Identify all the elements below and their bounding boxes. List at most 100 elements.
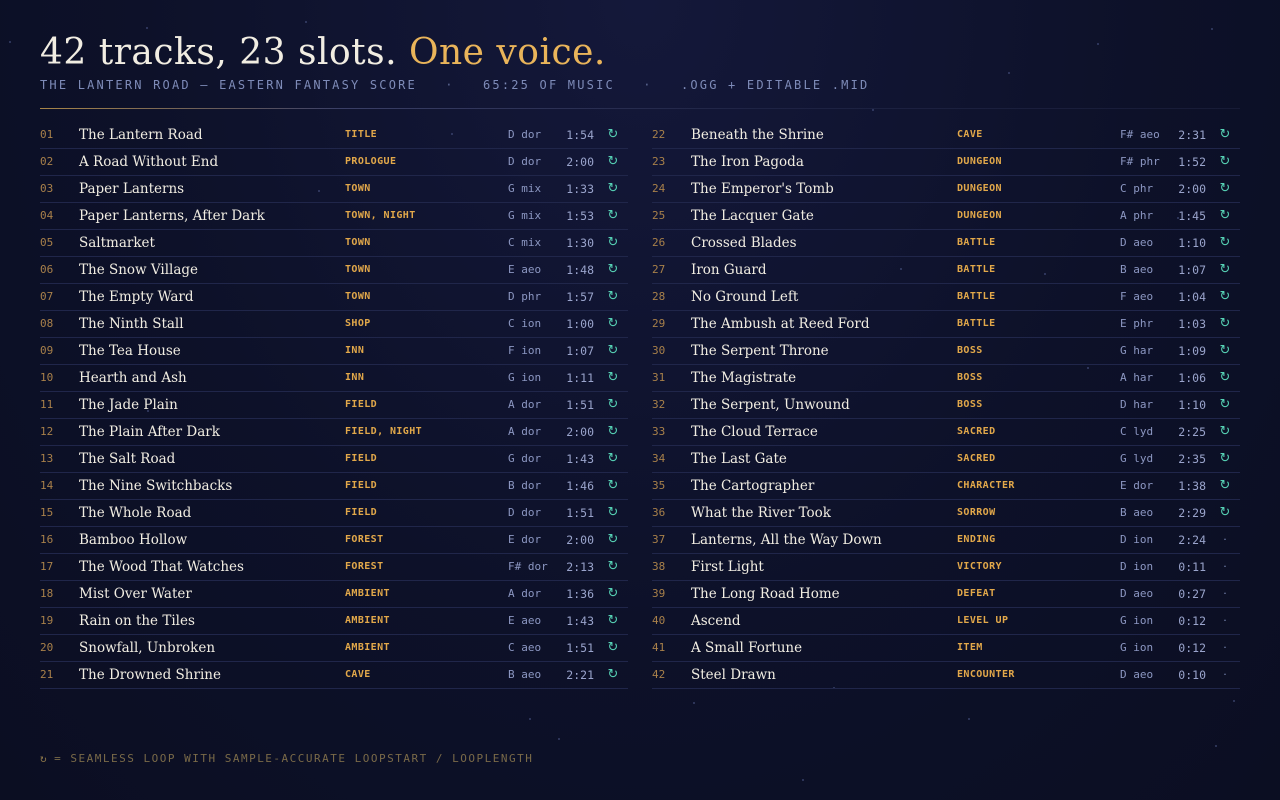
track-key: E aeo xyxy=(508,614,542,627)
track-row[interactable]: 12 The Plain After Dark FIELD, NIGHT A dor 2… xyxy=(40,419,628,446)
track-row[interactable]: 29 The Ambush at Reed Ford BATTLE E phr 1:03… xyxy=(652,311,1240,338)
track-duration: 1:11 xyxy=(566,371,594,385)
track-row[interactable]: 04 Paper Lanterns, After Dark TOWN, NIGHT G… xyxy=(40,203,628,230)
track-row[interactable]: 35 The Cartographer CHARACTER E dor 1:38 ↻ xyxy=(652,473,1240,500)
track-key: B aeo xyxy=(1120,506,1154,519)
track-row[interactable]: 31 The Magistrate BOSS A har 1:06 ↻ xyxy=(652,365,1240,392)
track-row[interactable]: 11 The Jade Plain FIELD A dor 1:51 ↻ xyxy=(40,392,628,419)
track-row[interactable]: 36 What the River Took SORROW B aeo 2:29 ↻ xyxy=(652,500,1240,527)
track-key: G dor xyxy=(508,452,542,465)
track-number: 42 xyxy=(652,668,666,681)
track-row[interactable]: 34 The Last Gate SACRED G lyd 2:35 ↻ xyxy=(652,446,1240,473)
track-key: D aeo xyxy=(1120,668,1154,681)
track-duration: 2:00 xyxy=(566,533,594,547)
dust-speck xyxy=(1097,43,1099,45)
track-row[interactable]: 21 The Drowned Shrine CAVE B aeo 2:21 ↻ xyxy=(40,662,628,689)
dust-speck xyxy=(305,21,307,23)
loop-legend: ↻ = SEAMLESS LOOP WITH SAMPLE-ACCURATE LO… xyxy=(40,752,533,765)
track-row[interactable]: 42 Steel Drawn ENCOUNTER D aeo 0:10 · xyxy=(652,662,1240,689)
loop-icon: ↻ xyxy=(40,752,49,765)
track-row[interactable]: 22 Beneath the Shrine CAVE F# aeo 2:31 ↻ xyxy=(652,122,1240,149)
track-number: 33 xyxy=(652,425,666,438)
track-number: 37 xyxy=(652,533,666,546)
loop-icon: ↻ xyxy=(1219,235,1231,250)
track-row[interactable]: 03 Paper Lanterns TOWN G mix 1:33 ↻ xyxy=(40,176,628,203)
track-tag: FIELD xyxy=(345,480,378,491)
loop-icon: ↻ xyxy=(1219,316,1231,331)
track-row[interactable]: 41 A Small Fortune ITEM G ion 0:12 · xyxy=(652,635,1240,662)
track-row[interactable]: 02 A Road Without End PROLOGUE D dor 2:00 ↻ xyxy=(40,149,628,176)
track-row[interactable]: 25 The Lacquer Gate DUNGEON A phr 1:45 ↻ xyxy=(652,203,1240,230)
track-row[interactable]: 17 The Wood That Watches FOREST F# dor 2:13 ↻ xyxy=(40,554,628,581)
track-title: Rain on the Tiles xyxy=(79,613,195,629)
loop-icon: ↻ xyxy=(607,478,619,493)
track-duration: 1:52 xyxy=(1178,155,1206,169)
track-row[interactable]: 09 The Tea House INN F ion 1:07 ↻ xyxy=(40,338,628,365)
track-tag: SACRED xyxy=(957,426,996,437)
loop-icon: ↻ xyxy=(607,532,619,547)
track-row[interactable]: 37 Lanterns, All the Way Down ENDING D ion 2… xyxy=(652,527,1240,554)
track-tag: ENDING xyxy=(957,534,996,545)
track-tag: SORROW xyxy=(957,507,996,518)
track-number: 24 xyxy=(652,182,666,195)
track-row[interactable]: 14 The Nine Switchbacks FIELD B dor 1:46 ↻ xyxy=(40,473,628,500)
track-row[interactable]: 05 Saltmarket TOWN C mix 1:30 ↻ xyxy=(40,230,628,257)
track-number: 01 xyxy=(40,128,54,141)
track-tag: DUNGEON xyxy=(957,156,1002,167)
track-row[interactable]: 15 The Whole Road FIELD D dor 1:51 ↻ xyxy=(40,500,628,527)
dust-speck xyxy=(1215,745,1217,747)
track-key: D ion xyxy=(1120,533,1154,546)
track-row[interactable]: 24 The Emperor's Tomb DUNGEON C phr 2:00 ↻ xyxy=(652,176,1240,203)
track-row[interactable]: 07 The Empty Ward TOWN D phr 1:57 ↻ xyxy=(40,284,628,311)
track-tag: CAVE xyxy=(957,129,983,140)
track-number: 36 xyxy=(652,506,666,519)
track-number: 38 xyxy=(652,560,666,573)
track-row[interactable]: 27 Iron Guard BATTLE B aeo 1:07 ↻ xyxy=(652,257,1240,284)
track-row[interactable]: 19 Rain on the Tiles AMBIENT E aeo 1:43 ↻ xyxy=(40,608,628,635)
track-row[interactable]: 23 The Iron Pagoda DUNGEON F# phr 1:52 ↻ xyxy=(652,149,1240,176)
track-duration: 1:51 xyxy=(566,398,594,412)
track-number: 40 xyxy=(652,614,666,627)
track-number: 10 xyxy=(40,371,54,384)
track-row[interactable]: 20 Snowfall, Unbroken AMBIENT C aeo 1:51 ↻ xyxy=(40,635,628,662)
track-row[interactable]: 08 The Ninth Stall SHOP C ion 1:00 ↻ xyxy=(40,311,628,338)
track-title: Steel Drawn xyxy=(691,667,776,683)
loop-icon: ↻ xyxy=(607,316,619,331)
track-number: 05 xyxy=(40,236,54,249)
track-number: 41 xyxy=(652,641,666,654)
loop-icon: ↻ xyxy=(1219,181,1231,196)
track-tag: FIELD, NIGHT xyxy=(345,426,423,437)
track-title: The Jade Plain xyxy=(79,397,178,413)
track-row[interactable]: 40 Ascend LEVEL UP G ion 0:12 · xyxy=(652,608,1240,635)
track-tag: TOWN xyxy=(345,291,371,302)
track-row[interactable]: 28 No Ground Left BATTLE F aeo 1:04 ↻ xyxy=(652,284,1240,311)
track-tag: DUNGEON xyxy=(957,183,1002,194)
page-subtitle: THE LANTERN ROAD — EASTERN FANTASY SCORE… xyxy=(40,78,869,92)
track-duration: 1:03 xyxy=(1178,317,1206,331)
track-key: C ion xyxy=(508,317,542,330)
track-row[interactable]: 18 Mist Over Water AMBIENT A dor 1:36 ↻ xyxy=(40,581,628,608)
track-row[interactable]: 13 The Salt Road FIELD G dor 1:43 ↻ xyxy=(40,446,628,473)
track-number: 06 xyxy=(40,263,54,276)
track-tag: BATTLE xyxy=(957,264,996,275)
dust-speck xyxy=(1233,700,1235,702)
track-row[interactable]: 33 The Cloud Terrace SACRED C lyd 2:25 ↻ xyxy=(652,419,1240,446)
track-key: D ion xyxy=(1120,560,1154,573)
dust-speck xyxy=(558,738,560,740)
track-row[interactable]: 38 First Light VICTORY D ion 0:11 · xyxy=(652,554,1240,581)
subtitle-separator: · xyxy=(643,78,653,92)
track-duration: 1:00 xyxy=(566,317,594,331)
track-duration: 1:06 xyxy=(1178,371,1206,385)
track-key: G lyd xyxy=(1120,452,1154,465)
track-row[interactable]: 10 Hearth and Ash INN G ion 1:11 ↻ xyxy=(40,365,628,392)
track-row[interactable]: 06 The Snow Village TOWN E aeo 1:48 ↻ xyxy=(40,257,628,284)
track-row[interactable]: 39 The Long Road Home DEFEAT D aeo 0:27 · xyxy=(652,581,1240,608)
loop-icon: ↻ xyxy=(607,181,619,196)
track-row[interactable]: 26 Crossed Blades BATTLE D aeo 1:10 ↻ xyxy=(652,230,1240,257)
loop-icon: ↻ xyxy=(607,289,619,304)
track-tag: FIELD xyxy=(345,453,378,464)
track-row[interactable]: 01 The Lantern Road TITLE D dor 1:54 ↻ xyxy=(40,122,628,149)
track-row[interactable]: 30 The Serpent Throne BOSS G har 1:09 ↻ xyxy=(652,338,1240,365)
track-row[interactable]: 16 Bamboo Hollow FOREST E dor 2:00 ↻ xyxy=(40,527,628,554)
track-row[interactable]: 32 The Serpent, Unwound BOSS D har 1:10 ↻ xyxy=(652,392,1240,419)
